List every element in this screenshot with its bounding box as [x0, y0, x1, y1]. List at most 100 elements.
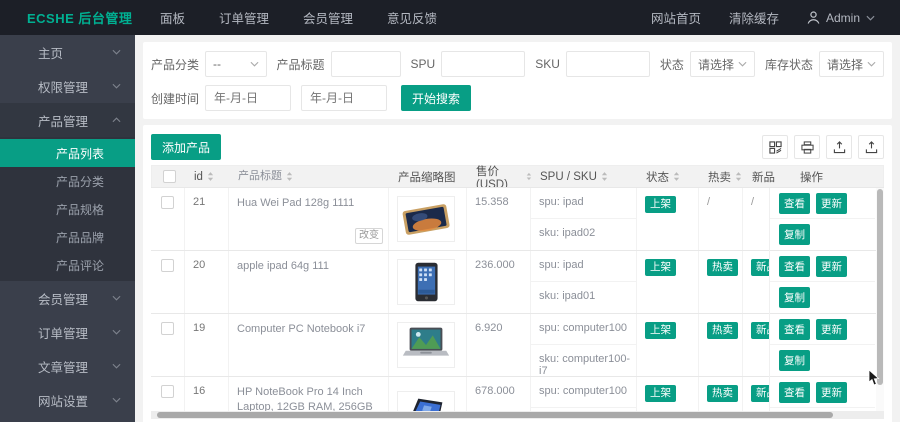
site-home-link[interactable]: 网站首页	[651, 8, 701, 27]
sort-icon	[286, 172, 293, 181]
sidebar-item-label: 网站设置	[38, 394, 89, 409]
cell-spu-sku: spu: computer100 sku: computer100-i7	[531, 314, 637, 376]
filter-row-1: 产品分类 -- 产品标题 SPU SKU 状态 请选择 库存状态 请选择	[151, 51, 884, 77]
copy-button[interactable]: 复制	[779, 350, 810, 371]
add-product-button[interactable]: 添加产品	[151, 134, 222, 160]
update-button[interactable]: 更新	[816, 255, 847, 277]
view-button[interactable]: 查看	[779, 318, 810, 340]
fixed-actions-column: 查看 更新 复制 查看 更新 复制 查看 更新 复制 查看 更新	[769, 188, 875, 411]
product-image-tablet-front[interactable]	[397, 259, 455, 305]
status-badge: 上架	[645, 322, 676, 339]
columns-filter-icon[interactable]	[762, 135, 788, 159]
sidebar-item-articles[interactable]: 文章管理	[0, 349, 135, 383]
sku-input[interactable]	[565, 51, 650, 77]
chevron-down-icon	[112, 83, 121, 89]
product-image-tablet-angled[interactable]	[397, 196, 455, 242]
chevron-down-icon	[250, 61, 259, 67]
product-image-laptop-angled[interactable]	[397, 391, 455, 411]
header-label: 产品缩略图	[398, 171, 456, 184]
date-end-input[interactable]	[301, 85, 388, 111]
copy-button[interactable]: 复制	[779, 224, 810, 245]
export-icon[interactable]	[826, 135, 852, 159]
sidebar-item-product-specs[interactable]: 产品规格	[0, 195, 135, 223]
view-button[interactable]: 查看	[779, 381, 810, 403]
user-dropdown[interactable]: Admin	[807, 11, 875, 25]
spu-value: spu: ipad	[531, 188, 636, 219]
stock-status-select[interactable]: 请选择	[818, 51, 884, 77]
brand-logo[interactable]: ECSHE 后台管理	[0, 8, 135, 27]
header-label: 操作	[800, 171, 823, 184]
product-image-laptop-open[interactable]	[397, 322, 455, 368]
header-status[interactable]: 状态	[638, 166, 700, 187]
sidebar-item-permissions[interactable]: 权限管理	[0, 69, 135, 103]
sidebar-item-product-reviews[interactable]: 产品评论	[0, 251, 135, 279]
header-spu-sku[interactable]: SPU / SKU	[532, 166, 638, 187]
table-body: 21 Hua Wei Pad 128g 1111 改变 15.358 spu: i…	[151, 187, 884, 411]
update-button[interactable]: 更新	[816, 381, 847, 403]
row-checkbox[interactable]	[161, 322, 174, 335]
header-price[interactable]: 售价(USD)	[468, 166, 532, 191]
spu-label: SPU	[410, 57, 436, 71]
header-title[interactable]: 产品标题	[230, 166, 390, 187]
sku-value: sku: ipad01	[539, 290, 596, 302]
sidebar-item-orders[interactable]: 订单管理	[0, 315, 135, 349]
cell-hot: 热卖	[699, 377, 743, 411]
sidebar-item-members[interactable]: 会员管理	[0, 281, 135, 315]
header-label: id	[194, 170, 203, 183]
header-id[interactable]: id	[186, 166, 230, 187]
cell-status: 上架	[637, 251, 699, 313]
copy-button[interactable]: 复制	[779, 287, 810, 308]
hot-badge: 热卖	[707, 385, 738, 402]
stock-select-value: 请选择	[826, 57, 863, 72]
vertical-scrollbar-thumb[interactable]	[877, 189, 883, 385]
title-input[interactable]	[330, 51, 401, 77]
print-icon[interactable]	[794, 135, 820, 159]
cell-hot: /	[699, 188, 743, 250]
sidebar: 主页 权限管理 产品管理 产品列表 产品分类 产品规格 产品品牌 产品评论 会员…	[0, 35, 135, 422]
view-button[interactable]: 查看	[779, 192, 810, 214]
export-icon[interactable]	[858, 135, 884, 159]
cell-status: 上架	[637, 314, 699, 376]
sidebar-item-products[interactable]: 产品管理	[0, 103, 135, 137]
update-button[interactable]: 更新	[816, 192, 847, 214]
chevron-down-icon	[112, 49, 121, 55]
cell-id: 21	[185, 188, 229, 250]
spu-input[interactable]	[441, 51, 526, 77]
select-all-checkbox[interactable]	[152, 166, 186, 187]
menu-members[interactable]: 会员管理	[303, 8, 353, 27]
horizontal-scrollbar-thumb[interactable]	[157, 412, 833, 418]
sidebar-item-label: 订单管理	[38, 326, 89, 341]
horizontal-scrollbar	[151, 411, 884, 419]
sidebar-item-product-categories[interactable]: 产品分类	[0, 167, 135, 195]
sidebar-item-product-list[interactable]: 产品列表	[0, 139, 135, 167]
row-checkbox-cell	[151, 188, 185, 250]
sidebar-item-home[interactable]: 主页	[0, 35, 135, 69]
category-select[interactable]: --	[205, 51, 267, 77]
table-tool-icons	[762, 135, 884, 159]
sidebar-item-site-settings[interactable]: 网站设置	[0, 383, 135, 417]
menu-orders[interactable]: 订单管理	[219, 8, 269, 27]
search-button[interactable]: 开始搜索	[401, 85, 472, 111]
header-new: 新品	[744, 166, 784, 187]
row-checkbox[interactable]	[161, 385, 174, 398]
clear-cache-link[interactable]: 清除缓存	[729, 8, 779, 27]
product-title: apple ipad 64g 111	[237, 260, 329, 272]
chevron-up-icon	[112, 117, 121, 123]
menu-feedback[interactable]: 意见反馈	[387, 8, 437, 27]
table-header: id 产品标题 产品缩略图 售价(USD) SPU / SKU 状态 热卖 新品…	[151, 165, 884, 191]
header-label: 热卖	[708, 171, 731, 184]
cell-hot: 热卖	[699, 251, 743, 313]
status-select[interactable]: 请选择	[689, 51, 755, 77]
sort-icon	[207, 172, 214, 181]
menu-dashboard[interactable]: 面板	[160, 8, 185, 27]
row-checkbox[interactable]	[161, 196, 174, 209]
cell-hot: 热卖	[699, 314, 743, 376]
header-hot[interactable]: 热卖	[700, 166, 744, 187]
sidebar-item-label: 会员管理	[38, 292, 89, 307]
cell-thumbnail	[389, 188, 467, 250]
sidebar-item-product-brands[interactable]: 产品品牌	[0, 223, 135, 251]
update-button[interactable]: 更新	[816, 318, 847, 340]
row-checkbox[interactable]	[161, 259, 174, 272]
date-start-input[interactable]	[205, 85, 292, 111]
view-button[interactable]: 查看	[779, 255, 810, 277]
